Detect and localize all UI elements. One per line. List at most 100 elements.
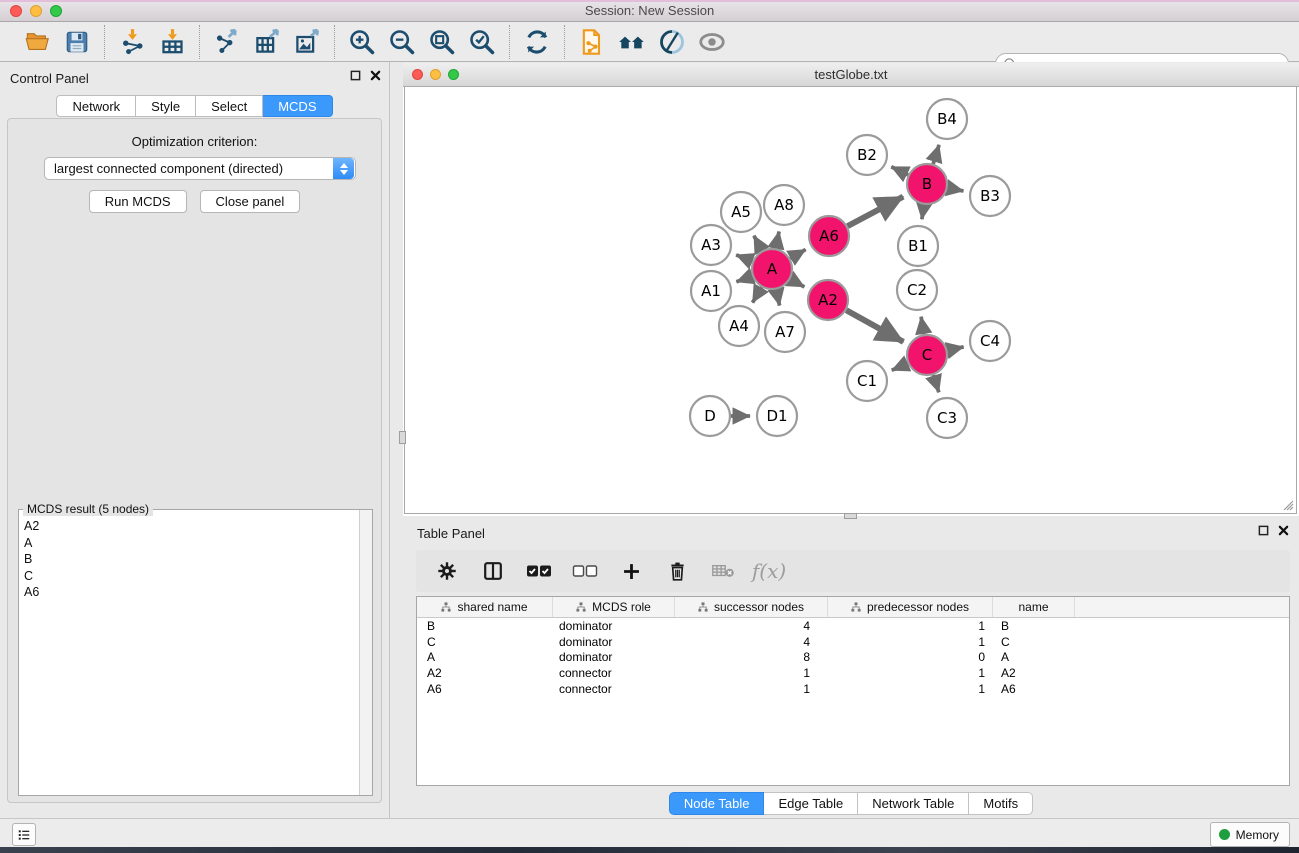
- mcds-result-list[interactable]: A2ABCA6: [20, 518, 358, 794]
- graph-node-A6[interactable]: A6: [809, 216, 849, 256]
- tab-edge-table[interactable]: Edge Table: [764, 792, 858, 815]
- table-cell[interactable]: B: [417, 619, 553, 633]
- graph-node-A1[interactable]: A1: [691, 271, 731, 311]
- zoom-fit-button[interactable]: [425, 25, 459, 59]
- table-cell[interactable]: A: [993, 650, 1009, 664]
- graph-edge[interactable]: [790, 250, 805, 259]
- table-cell[interactable]: dominator: [553, 619, 675, 633]
- graph-edge[interactable]: [846, 310, 903, 342]
- create-column-button[interactable]: [616, 556, 646, 586]
- table-cell[interactable]: 4: [675, 635, 828, 649]
- delete-table-button[interactable]: [708, 556, 738, 586]
- table-cell[interactable]: C: [417, 635, 553, 649]
- network-canvas[interactable]: AA1A2A3A4A5A6A7A8BB1B2B3B4CC1C2C3C4DD1: [404, 87, 1297, 514]
- zoom-selected-button[interactable]: [465, 25, 499, 59]
- run-mcds-button[interactable]: Run MCDS: [89, 190, 187, 213]
- table-row[interactable]: A2connector11A2: [417, 665, 1289, 681]
- table-cell[interactable]: 1: [828, 666, 993, 680]
- graph-edge[interactable]: [933, 145, 939, 164]
- graph-node-A2[interactable]: A2: [808, 280, 848, 320]
- network-from-selection-button[interactable]: [575, 25, 609, 59]
- mcds-result-item[interactable]: B: [20, 551, 358, 568]
- graph-edge[interactable]: [933, 375, 938, 392]
- graph-node-B[interactable]: B: [907, 164, 947, 204]
- table-cell[interactable]: A2: [417, 666, 553, 680]
- graph-node-C[interactable]: C: [907, 335, 947, 375]
- zoom-in-button[interactable]: [345, 25, 379, 59]
- criterion-dropdown[interactable]: largest connected component (directed): [44, 157, 356, 180]
- graph-node-C1[interactable]: C1: [847, 361, 887, 401]
- graph-edge[interactable]: [776, 290, 779, 306]
- graph-node-D1[interactable]: D1: [757, 396, 797, 436]
- tab-node-table[interactable]: Node Table: [669, 792, 765, 815]
- import-table-button[interactable]: [155, 25, 189, 59]
- graph-edge[interactable]: [753, 287, 762, 302]
- graph-node-A5[interactable]: A5: [721, 192, 761, 232]
- mcds-list-scrollbar[interactable]: [359, 510, 372, 795]
- table-cell[interactable]: 1: [828, 635, 993, 649]
- mcds-result-item[interactable]: A: [20, 535, 358, 552]
- birds-eye-view-button[interactable]: [615, 25, 649, 59]
- resize-grip-icon[interactable]: [1278, 497, 1294, 511]
- delete-column-button[interactable]: [662, 556, 692, 586]
- graph-node-C4[interactable]: C4: [970, 321, 1010, 361]
- mcds-result-item[interactable]: A6: [20, 584, 358, 601]
- float-panel-icon[interactable]: [1258, 525, 1269, 536]
- table-cell[interactable]: A: [417, 650, 553, 664]
- graph-edge[interactable]: [736, 276, 752, 282]
- column-header-predecessor-nodes[interactable]: predecessor nodes: [828, 597, 993, 617]
- graph-edge[interactable]: [776, 232, 779, 249]
- splitter-grip-vertical[interactable]: [399, 431, 406, 444]
- close-panel-icon[interactable]: [370, 70, 381, 81]
- graph-edge[interactable]: [947, 347, 963, 351]
- export-network-button[interactable]: [210, 25, 244, 59]
- save-session-button[interactable]: [60, 25, 94, 59]
- level-of-detail-button[interactable]: [695, 25, 729, 59]
- graph-edge[interactable]: [754, 236, 762, 251]
- graph-node-C2[interactable]: C2: [897, 270, 937, 310]
- table-cell[interactable]: dominator: [553, 635, 675, 649]
- tab-network[interactable]: Network: [56, 95, 136, 117]
- table-row[interactable]: Bdominator41B: [417, 618, 1289, 634]
- graph-edge[interactable]: [891, 167, 908, 175]
- function-builder-button[interactable]: f(x): [754, 556, 784, 586]
- table-cell[interactable]: 1: [675, 666, 828, 680]
- table-row[interactable]: Adominator80A: [417, 650, 1289, 666]
- table-cell[interactable]: B: [993, 619, 1009, 633]
- tab-network-table[interactable]: Network Table: [858, 792, 969, 815]
- export-image-button[interactable]: [290, 25, 324, 59]
- tab-mcds[interactable]: MCDS: [263, 95, 332, 117]
- node-table[interactable]: shared name MCDS role successor nodes pr…: [416, 596, 1290, 786]
- graph-node-A7[interactable]: A7: [765, 312, 805, 352]
- table-cell[interactable]: 1: [675, 682, 828, 696]
- graph-edge[interactable]: [921, 317, 924, 335]
- unselect-all-columns-button[interactable]: [570, 556, 600, 586]
- table-cell[interactable]: connector: [553, 666, 675, 680]
- memory-button[interactable]: Memory: [1210, 822, 1290, 847]
- table-cell[interactable]: 4: [675, 619, 828, 633]
- column-header-name[interactable]: name: [993, 597, 1075, 617]
- select-all-columns-button[interactable]: [524, 556, 554, 586]
- graph-node-A[interactable]: A: [752, 249, 792, 289]
- table-cell[interactable]: C: [993, 635, 1010, 649]
- show-task-history-button[interactable]: [12, 823, 36, 846]
- column-header-mcds-role[interactable]: MCDS role: [553, 597, 675, 617]
- table-cell[interactable]: 0: [828, 650, 993, 664]
- graph-node-D[interactable]: D: [690, 396, 730, 436]
- open-session-button[interactable]: [20, 25, 54, 59]
- graph-node-B1[interactable]: B1: [898, 226, 938, 266]
- graph-edge[interactable]: [922, 205, 924, 219]
- splitter-grip-horizontal[interactable]: [844, 513, 857, 519]
- table-cell[interactable]: 1: [828, 619, 993, 633]
- graph-edge[interactable]: [948, 188, 964, 191]
- float-panel-icon[interactable]: [350, 70, 361, 81]
- tab-motifs[interactable]: Motifs: [969, 792, 1033, 815]
- apply-layout-button[interactable]: [520, 25, 554, 59]
- table-cell[interactable]: connector: [553, 682, 675, 696]
- table-row[interactable]: A6connector11A6: [417, 681, 1289, 697]
- tab-style[interactable]: Style: [136, 95, 196, 117]
- table-cell[interactable]: 8: [675, 650, 828, 664]
- column-header-successor-nodes[interactable]: successor nodes: [675, 597, 828, 617]
- zoom-out-button[interactable]: [385, 25, 419, 59]
- graph-edge[interactable]: [892, 363, 908, 370]
